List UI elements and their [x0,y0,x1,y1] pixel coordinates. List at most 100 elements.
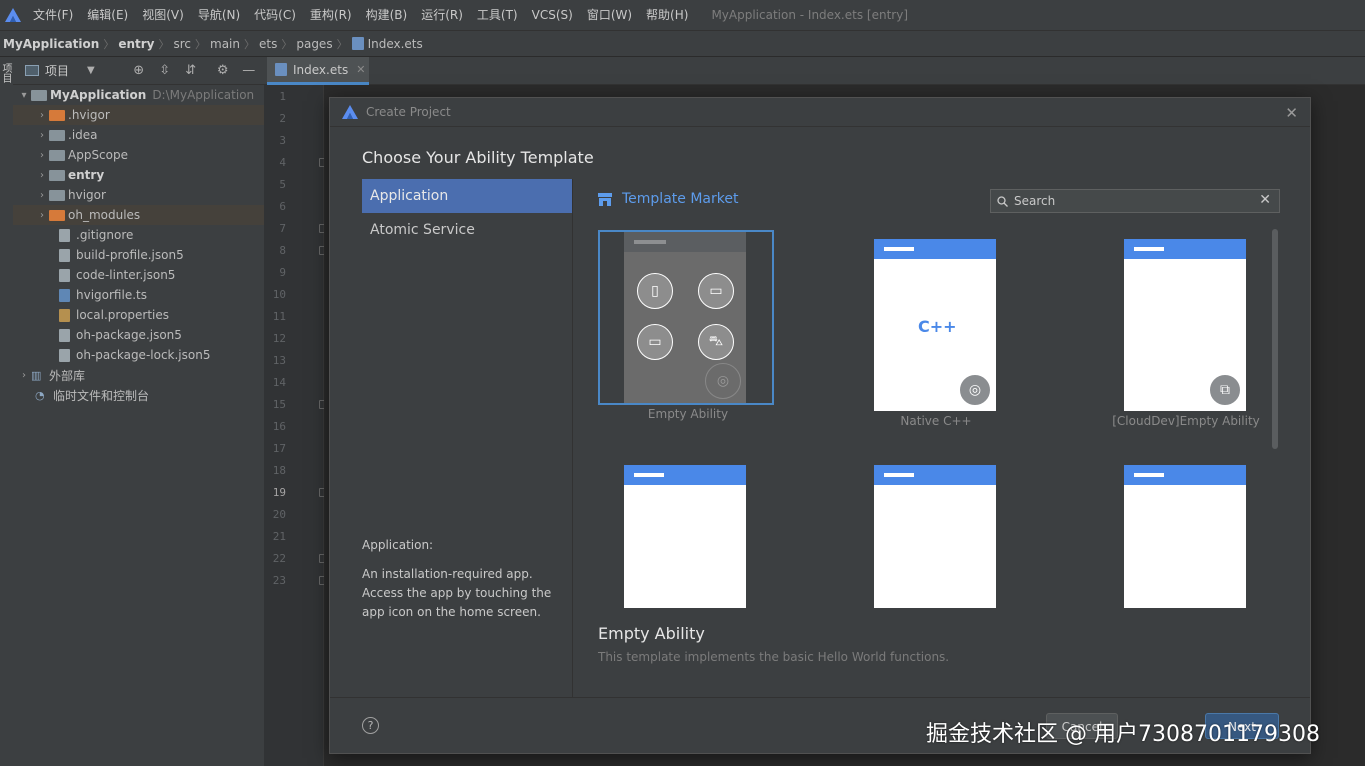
tree-item-label: oh-package.json5 [76,328,182,342]
menu-refactor[interactable]: 重构(R) [303,0,359,30]
template-card-native-cpp[interactable]: C++ ◎ Native C++ [848,230,1024,430]
template-card-empty-ability[interactable]: ▯ ▭ ▭ ⛍ ◎ Empty Ability [598,230,774,421]
tree-item[interactable]: oh-package.json5 [13,325,264,345]
breadcrumb-item[interactable]: main [210,37,240,51]
collapse-all-icon[interactable]: ⇵ [183,63,199,79]
preview-header-bar [624,232,746,252]
template-card[interactable]: ⌚ [598,456,774,608]
tree-item-label: AppScope [68,148,128,162]
library-icon: ▥ [31,368,42,382]
template-card[interactable]: ⧉ [848,456,1024,608]
chevron-right-icon[interactable]: › [35,190,49,201]
template-card[interactable]: ⧉ [1098,456,1274,608]
menu-code[interactable]: 代码(C) [247,0,303,30]
ts-file-icon [59,288,70,302]
tree-item[interactable]: hvigorfile.ts [13,285,264,305]
template-search-input[interactable]: Search ✕ [990,189,1280,213]
chevron-right-icon[interactable]: › [35,210,49,221]
tree-item[interactable]: .gitignore [13,225,264,245]
template-market-link[interactable]: Template Market [598,191,738,207]
file-icon [59,268,70,282]
template-grid: ▯ ▭ ▭ ⛍ ◎ Empty Ability C++ ◎ Native C++ [573,223,1283,608]
breadcrumb-item[interactable]: entry [118,37,154,51]
tree-item[interactable]: local.properties [13,305,264,325]
tree-item[interactable]: › entry [13,165,264,185]
help-icon[interactable]: ? [362,717,379,734]
tree-item-external-libs[interactable]: › ▥ 外部库 [13,365,264,385]
close-icon[interactable]: ✕ [1285,104,1298,122]
file-icon [59,228,70,242]
menu-help[interactable]: 帮助(H) [639,0,695,30]
line-number: 5 [279,178,286,191]
chevron-right-icon[interactable]: › [35,130,49,141]
line-number: 20 [272,508,286,521]
left-tool-stripe: 项目 [0,57,13,766]
line-number: 6 [279,200,286,213]
template-grid-scrollbar[interactable] [1272,229,1278,449]
tree-item-scratches[interactable]: ◔ 临时文件和控制台 [13,385,264,405]
menu-file[interactable]: 文件(F) [26,0,80,30]
stripe-project-tab[interactable]: 项目 [0,63,13,93]
menu-edit[interactable]: 编辑(E) [80,0,135,30]
tree-item[interactable]: › hvigor [13,185,264,205]
menu-run[interactable]: 运行(R) [414,0,470,30]
tab-index-ets[interactable]: Index.ets ✕ [267,57,369,85]
tree-item[interactable]: › .idea [13,125,264,145]
line-number: 23 [272,574,286,587]
folder-icon [49,150,65,161]
template-card-clouddev-empty-ability[interactable]: ⧉ [CloudDev]Empty Ability [1098,230,1274,430]
cpp-logo-icon: C++ [918,317,957,336]
line-number: 3 [279,134,286,147]
search-icon [997,195,1008,207]
nav-item-application[interactable]: Application [362,179,572,213]
tree-item[interactable]: › oh_modules [13,205,264,225]
chevron-down-icon[interactable]: ▾ [17,90,31,101]
tree-item[interactable]: oh-package-lock.json5 [13,345,264,365]
tree-item-label: oh-package-lock.json5 [76,348,211,362]
chevron-down-icon[interactable]: ▼ [87,65,95,76]
tree-root[interactable]: ▾ MyApplication D:\MyApplication [13,85,264,105]
window-title: MyApplication - Index.ets [entry] [711,8,908,22]
locate-icon[interactable]: ⊕ [131,63,147,79]
menu-view[interactable]: 视图(V) [135,0,191,30]
preview-header-bar [624,465,746,485]
tree-item-label: .gitignore [76,228,134,242]
tree-item[interactable]: › AppScope [13,145,264,165]
tree-item[interactable]: › .hvigor [13,105,264,125]
breadcrumb-item[interactable]: MyApplication [3,37,99,51]
tree-item-label: 外部库 [49,368,86,383]
tree-item[interactable]: code-linter.json5 [13,265,264,285]
menu-build[interactable]: 构建(B) [359,0,415,30]
clear-icon[interactable]: ✕ [1259,192,1271,208]
expand-all-icon[interactable]: ⇳ [157,63,173,79]
chevron-right-icon[interactable]: › [35,110,49,121]
breadcrumb-item[interactable]: src [173,37,191,51]
line-number-current: 19 [272,486,286,499]
category-description-text: An installation-required app. Access the… [362,567,552,619]
chevron-right-icon[interactable]: › [35,150,49,161]
project-tree: ▾ MyApplication D:\MyApplication › .hvig… [13,85,264,405]
menu-tools[interactable]: 工具(T) [470,0,525,30]
tree-item[interactable]: build-profile.json5 [13,245,264,265]
menu-window[interactable]: 窗口(W) [580,0,639,30]
minimize-icon[interactable]: — [241,63,257,79]
breadcrumb-separator-icon: 〉 [103,37,115,51]
line-number: 2 [279,112,286,125]
line-number: 21 [272,530,286,543]
close-icon[interactable]: ✕ [356,63,365,76]
breadcrumb-item[interactable]: Index.ets [368,37,423,51]
breadcrumb-item[interactable]: ets [259,37,277,51]
chevron-right-icon[interactable]: › [35,170,49,181]
gear-icon[interactable]: ⚙ [215,63,231,79]
store-icon [598,192,612,206]
car-icon: ⛍ [698,324,734,360]
chevron-right-icon[interactable]: › [17,370,31,381]
menu-navigate[interactable]: 导航(N) [191,0,247,30]
breadcrumb-separator-icon: 〉 [336,37,348,51]
dialog-titlebar: Create Project [330,98,1310,127]
breadcrumb-item[interactable]: pages [296,37,332,51]
nav-item-atomic-service[interactable]: Atomic Service [362,213,572,247]
project-panel-title[interactable]: 项目 [45,62,69,79]
tree-item-label: entry [68,168,105,182]
menu-vcs[interactable]: VCS(S) [525,0,580,30]
